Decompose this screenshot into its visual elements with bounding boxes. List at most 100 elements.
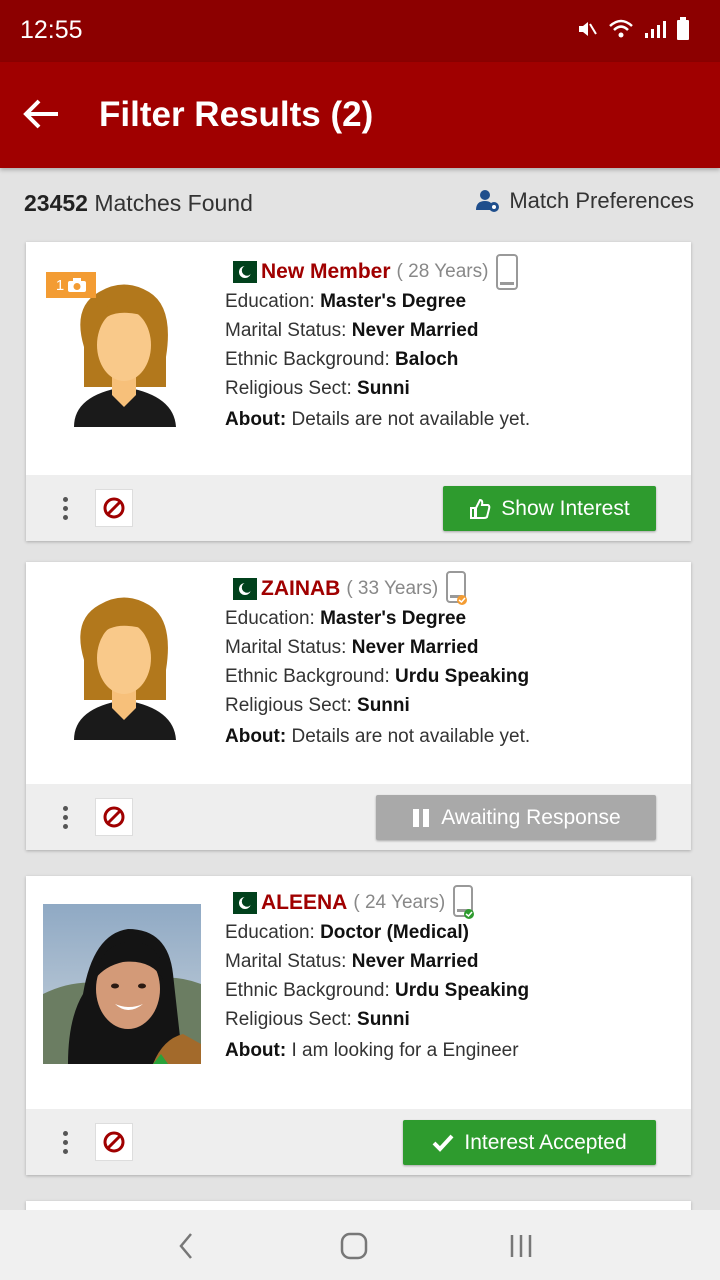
summary-row: 23452 Matches Found Match Preferences: [0, 170, 720, 236]
education-line: Education: Master's Degree: [225, 291, 467, 312]
battery-icon: [677, 17, 689, 40]
ethnic-background-value: Urdu Speaking: [395, 666, 530, 687]
app-bar: Filter Results (2): [0, 62, 720, 168]
profile-info: ZAINAB ( 33 Years) Education: Master's D…: [225, 571, 680, 751]
more-options-button[interactable]: [53, 492, 77, 524]
avatar[interactable]: [44, 580, 204, 740]
camera-icon: [68, 278, 87, 292]
profile-info: New Member ( 28 Years) Education: Master…: [225, 254, 680, 434]
status-bar: 12:55: [0, 0, 720, 62]
phone-pending-icon: [446, 571, 468, 605]
name-row: ALEENA ( 24 Years): [225, 885, 680, 919]
block-button[interactable]: [95, 798, 133, 836]
education-value: Master's Degree: [320, 291, 467, 312]
marital-status-value: Never Married: [351, 951, 479, 972]
check-icon: [432, 1134, 454, 1152]
block-button[interactable]: [95, 489, 133, 527]
about-value: Details are not available yet.: [291, 726, 531, 747]
thumbs-up-icon: [470, 498, 491, 519]
religious-sect-line: Religious Sect: Sunni: [225, 695, 410, 716]
about-line: About: Details are not available yet.: [225, 726, 531, 747]
nav-recents-button[interactable]: [501, 1226, 541, 1266]
matches-found: 23452 Matches Found: [24, 190, 253, 217]
about-value: I am looking for a Engineer: [291, 1040, 519, 1061]
phone-verified-icon: [453, 885, 475, 919]
matches-count: 23452: [24, 190, 88, 216]
pause-icon: [413, 808, 430, 827]
show-interest-button[interactable]: Show Interest: [443, 486, 656, 531]
profile-age: ( 24 Years): [353, 892, 446, 913]
avatar[interactable]: [43, 904, 201, 1064]
pakistan-flag-icon: [225, 892, 257, 914]
match-preferences-button[interactable]: Match Preferences: [475, 188, 694, 214]
ethnic-background-value: Urdu Speaking: [395, 980, 530, 1001]
user-settings-icon: [476, 190, 500, 212]
phone-icon: [496, 254, 519, 290]
marital-status-line: Marital Status: Never Married: [225, 320, 479, 341]
religious-sect-value: Sunni: [357, 1009, 410, 1030]
marital-status-line: Marital Status: Never Married: [225, 951, 479, 972]
ethnic-background-value: Baloch: [395, 349, 459, 370]
ethnic-background-line: Ethnic Background: Urdu Speaking: [225, 980, 530, 1001]
profile-name[interactable]: ZAINAB: [261, 577, 340, 601]
arrow-back-icon: [23, 99, 58, 129]
marital-status-line: Marital Status: Never Married: [225, 637, 479, 658]
name-row: New Member ( 28 Years): [225, 254, 680, 290]
marital-status-value: Never Married: [351, 637, 479, 658]
profile-card[interactable]: ZAINAB ( 33 Years) Education: Master's D…: [26, 562, 691, 850]
more-options-button[interactable]: [53, 801, 77, 833]
pakistan-flag-icon: [225, 261, 257, 283]
education-line: Education: Master's Degree: [225, 608, 467, 629]
religious-sect-line: Religious Sect: Sunni: [225, 378, 410, 399]
about-line: About: I am looking for a Engineer: [225, 1040, 519, 1061]
religious-sect-value: Sunni: [357, 695, 410, 716]
more-options-button[interactable]: [53, 1126, 77, 1158]
interest-accepted-label: Interest Accepted: [464, 1130, 627, 1154]
card-footer: Awaiting Response: [26, 784, 691, 850]
education-value: Master's Degree: [320, 608, 467, 629]
photo-count-badge[interactable]: 1: [46, 272, 96, 298]
about-line: About: Details are not available yet.: [225, 409, 531, 430]
card-footer: Interest Accepted: [26, 1109, 691, 1175]
profile-card[interactable]: ALEENA ( 24 Years) Education: Doctor (Me…: [26, 876, 691, 1175]
ethnic-background-line: Ethnic Background: Urdu Speaking: [225, 666, 530, 687]
status-time: 12:55: [20, 16, 83, 44]
show-interest-label: Show Interest: [501, 496, 630, 520]
status-icons: [576, 17, 690, 41]
name-row: ZAINAB ( 33 Years): [225, 571, 680, 605]
ethnic-background-line: Ethnic Background: Baloch: [225, 349, 459, 370]
block-button[interactable]: [95, 1123, 133, 1161]
nav-back-button[interactable]: [166, 1226, 206, 1266]
matches-label: Matches Found: [94, 190, 253, 216]
profile-card[interactable]: 1 New Member ( 28 Years) Education: Mast…: [26, 242, 691, 541]
education-line: Education: Doctor (Medical): [225, 922, 469, 943]
page-title: Filter Results (2): [99, 95, 374, 134]
profile-name[interactable]: New Member: [261, 260, 391, 284]
interest-accepted-button[interactable]: Interest Accepted: [403, 1120, 656, 1165]
system-nav-bar: [0, 1210, 720, 1280]
profile-info: ALEENA ( 24 Years) Education: Doctor (Me…: [225, 885, 680, 1065]
chevron-left-icon: [179, 1233, 192, 1259]
block-icon: [103, 1131, 125, 1153]
about-value: Details are not available yet.: [291, 409, 531, 430]
awaiting-response-label: Awaiting Response: [441, 805, 621, 829]
recent-apps-icon: [510, 1235, 532, 1257]
pakistan-flag-icon: [225, 578, 257, 600]
profile-photo: [43, 904, 201, 1064]
home-icon: [340, 1232, 368, 1260]
nav-home-button[interactable]: [334, 1226, 374, 1266]
religious-sect-line: Religious Sect: Sunni: [225, 1009, 410, 1030]
education-value: Doctor (Medical): [320, 922, 469, 943]
back-button[interactable]: [20, 92, 64, 136]
religious-sect-value: Sunni: [357, 378, 410, 399]
awaiting-response-button[interactable]: Awaiting Response: [376, 795, 656, 840]
mute-icon: [579, 22, 597, 36]
block-icon: [103, 497, 125, 519]
photo-count: 1: [55, 276, 65, 294]
block-icon: [103, 806, 125, 828]
profile-age: ( 28 Years): [396, 261, 489, 282]
signal-icon: [645, 21, 666, 38]
profile-name[interactable]: ALEENA: [261, 891, 347, 915]
match-preferences-label: Match Preferences: [509, 188, 694, 213]
marital-status-value: Never Married: [351, 320, 479, 341]
